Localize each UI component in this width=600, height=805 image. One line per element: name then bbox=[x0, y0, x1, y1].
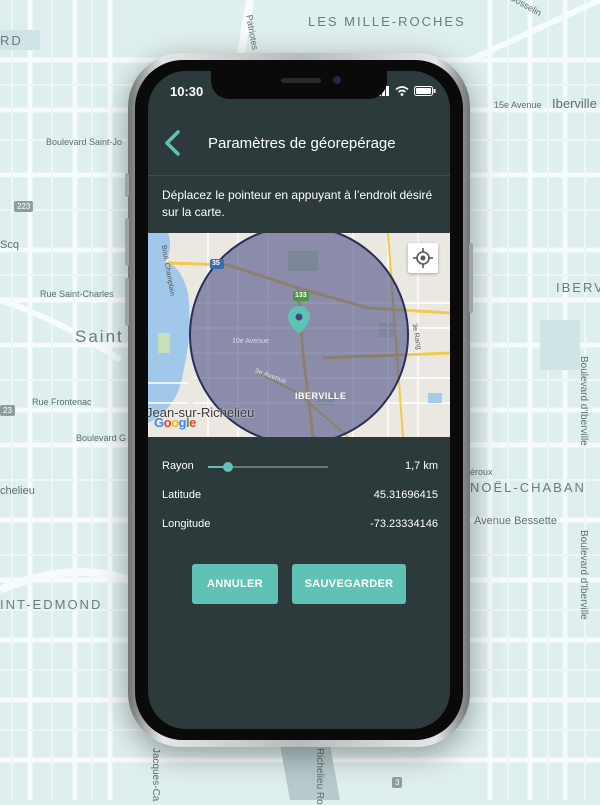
longitude-value: -73.23334146 bbox=[370, 518, 438, 530]
save-button[interactable]: SAUVEGARDER bbox=[292, 564, 406, 604]
bg-label-richelieu-ro: Richelieu Ro bbox=[314, 748, 325, 805]
phone-device: 10:30 Paramètres de géorepérage Déplacez… bbox=[125, 53, 473, 747]
radius-slider[interactable] bbox=[208, 462, 328, 472]
bg-label-avenue-bessette: Avenue Bessette bbox=[474, 515, 557, 527]
latitude-label: Latitude bbox=[162, 489, 202, 501]
bg-label-rd: RD bbox=[0, 33, 23, 48]
google-logo: Google bbox=[154, 415, 196, 430]
radius-label: Rayon bbox=[162, 460, 194, 472]
bg-label-noel-chaban: NOËL-CHABAN bbox=[470, 480, 586, 495]
map-shield-35: 35 bbox=[212, 260, 220, 267]
latitude-row: Latitude 45.31696415 bbox=[162, 486, 438, 506]
bg-label-jacques-ca: Jacques-Ca bbox=[150, 748, 161, 802]
page-title: Paramètres de géorepérage bbox=[208, 135, 396, 152]
battery-icon bbox=[414, 86, 436, 96]
app-screen: 10:30 Paramètres de géorepérage Déplacez… bbox=[148, 71, 450, 729]
bg-label-chelieu: chelieu bbox=[0, 485, 35, 497]
bg-label-blvd-saint-jo: Boulevard Saint-Jo bbox=[46, 137, 123, 147]
volume-down-button bbox=[125, 278, 129, 326]
bg-label-scq: Scq bbox=[0, 239, 19, 251]
app-header: Paramètres de géorepérage bbox=[148, 115, 450, 176]
latitude-value: 45.31696415 bbox=[373, 489, 438, 501]
crosshair-icon bbox=[413, 248, 433, 268]
notch bbox=[211, 71, 387, 99]
bg-label-iberv: IBERV bbox=[556, 280, 600, 295]
mute-switch bbox=[125, 173, 129, 197]
radius-value: 1,7 km bbox=[404, 460, 438, 472]
volume-up-button bbox=[125, 218, 129, 266]
longitude-label: Longitude bbox=[162, 518, 211, 530]
bg-label-rue-saint-charles: Rue Saint-Charles bbox=[40, 289, 114, 299]
bg-shield-3: 3 bbox=[392, 777, 403, 788]
power-button bbox=[469, 243, 473, 313]
map-shield-133: 133 bbox=[295, 292, 307, 299]
wifi-icon bbox=[395, 86, 409, 96]
bg-shield-23: 23 bbox=[0, 405, 15, 416]
bg-label-saint: Saint bbox=[75, 327, 124, 346]
bg-label-rue-frontenac: Rue Frontenac bbox=[32, 397, 92, 407]
back-button[interactable] bbox=[162, 129, 186, 157]
bg-label-roux: éroux bbox=[470, 467, 493, 477]
my-location-button[interactable] bbox=[408, 243, 438, 273]
map-label-iberville: IBERVILLE bbox=[295, 391, 347, 401]
geofence-map[interactable]: 35 133 10e Avenue 9e Avenue 3e Rang Boul… bbox=[148, 233, 450, 437]
bg-label-les-mille-roches: LES MILLE-ROCHES bbox=[308, 14, 466, 29]
front-camera bbox=[333, 76, 341, 84]
bg-label-blvd-g: Boulevard G bbox=[76, 433, 127, 443]
status-time: 10:30 bbox=[170, 84, 204, 99]
radius-row: Rayon 1,7 km bbox=[162, 457, 438, 477]
bg-label-blvd-diberville-1: Boulevard d'Iberville bbox=[578, 356, 589, 446]
bg-label-blvd-diberville-2: Boulevard d'Iberville bbox=[578, 530, 589, 620]
instructions-text: Déplacez le pointeur en appuyant à l’end… bbox=[162, 188, 433, 219]
bg-shield-223: 223 bbox=[14, 201, 34, 212]
bg-label-iberville: Iberville bbox=[552, 96, 597, 111]
speaker-grille bbox=[281, 78, 321, 83]
chevron-left-icon bbox=[165, 130, 180, 156]
cancel-button[interactable]: ANNULER bbox=[192, 564, 278, 604]
bg-label-int-edmond: INT-EDMOND bbox=[0, 597, 103, 612]
longitude-row: Longitude -73.23334146 bbox=[162, 515, 438, 535]
radius-slider-thumb[interactable] bbox=[223, 462, 234, 472]
map-street-10e-avenue: 10e Avenue bbox=[232, 338, 269, 345]
bg-label-15e-avenue: 15e Avenue bbox=[494, 100, 542, 110]
